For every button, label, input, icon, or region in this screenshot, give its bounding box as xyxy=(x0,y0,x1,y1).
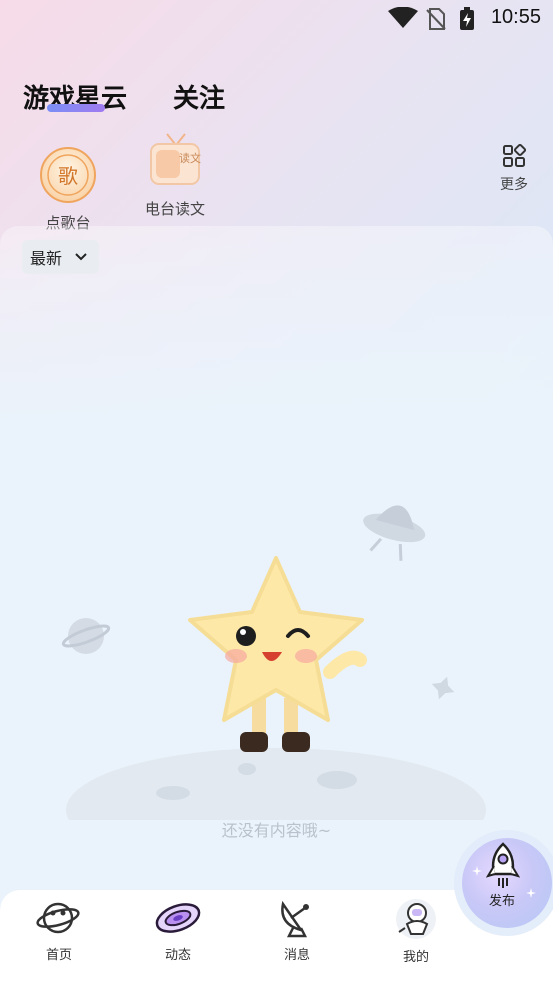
nav-mine[interactable]: 我的 xyxy=(376,890,456,965)
planet-icon xyxy=(36,902,80,934)
shortcut-radio-reading-label: 电台读文 xyxy=(144,200,205,218)
astronaut-icon xyxy=(396,899,436,939)
nav-messages[interactable]: 消息 xyxy=(257,890,337,963)
nav-dynamic-label: 动态 xyxy=(164,948,191,963)
nav-dynamic[interactable]: 动态 xyxy=(138,890,218,963)
wifi-icon xyxy=(388,7,418,28)
more-label: 更多 xyxy=(500,177,528,193)
chevron-down-icon xyxy=(75,253,87,261)
radio-tv-icon-text: 读文 xyxy=(179,151,201,165)
grid-icon xyxy=(503,143,527,167)
star-mascot xyxy=(188,556,367,752)
ufo-icon xyxy=(363,505,426,561)
status-bar: 10:55 xyxy=(0,0,553,38)
shortcut-song-request[interactable]: 歌 点歌台 xyxy=(38,146,98,233)
rocket-icon xyxy=(486,842,520,888)
shortcut-radio-reading[interactable]: 读文 电台读文 xyxy=(140,132,210,219)
song-request-icon-text: 歌 xyxy=(58,164,78,188)
nav-home[interactable]: 首页 xyxy=(19,890,99,963)
sparkle-icon xyxy=(431,676,455,700)
more-button[interactable]: 更多 xyxy=(494,143,534,194)
empty-state-text: 还没有内容哦~ xyxy=(221,821,332,840)
status-time: 10:55 xyxy=(490,6,541,28)
active-tab-indicator xyxy=(47,104,105,112)
sparkle-icon xyxy=(472,866,482,876)
tab-follow[interactable]: 关注 xyxy=(173,78,225,115)
nav-messages-label: 消息 xyxy=(283,948,310,963)
small-planet-icon xyxy=(61,618,111,654)
nav-mine-label: 我的 xyxy=(402,950,429,965)
publish-label: 发布 xyxy=(488,894,515,909)
publish-button[interactable]: 发布 xyxy=(462,838,552,928)
satellite-dish-icon xyxy=(281,900,309,938)
sort-label: 最新 xyxy=(30,249,63,268)
galaxy-icon xyxy=(155,903,201,933)
song-request-icon: 歌 xyxy=(40,147,96,203)
radio-tv-icon: 读文 xyxy=(150,133,201,185)
planet-ground xyxy=(66,748,486,820)
no-sim-icon xyxy=(426,8,446,30)
empty-state-illustration xyxy=(61,505,486,820)
nav-home-label: 首页 xyxy=(45,948,72,963)
battery-charging-icon xyxy=(460,7,474,30)
sort-dropdown[interactable]: 最新 xyxy=(22,240,99,274)
